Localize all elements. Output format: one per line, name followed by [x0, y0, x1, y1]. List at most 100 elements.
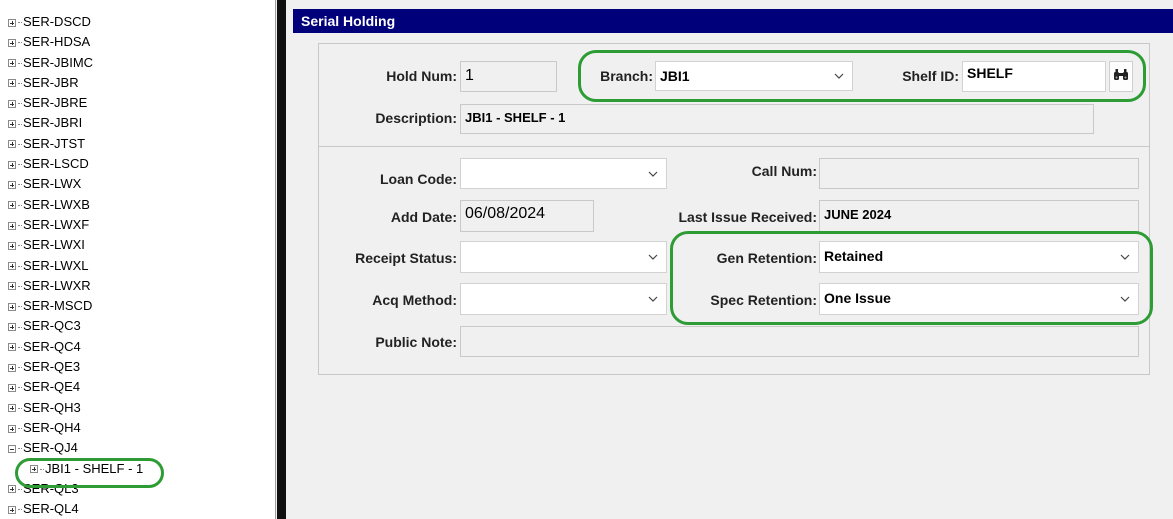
tree-item[interactable]: SER-QH3	[8, 398, 143, 418]
tree-item[interactable]: SER-MSCD	[8, 296, 143, 316]
tree-child-item[interactable]: JBI1 - SHELF - 1	[8, 459, 143, 479]
tree-item[interactable]: SER-JBRI	[8, 113, 143, 133]
tree-connector	[18, 265, 22, 267]
tree-connector	[18, 346, 22, 348]
plus-box-icon[interactable]	[8, 160, 16, 169]
plus-box-icon[interactable]	[8, 343, 16, 352]
tree-item[interactable]: SER-JBRE	[8, 93, 143, 113]
tree-item[interactable]: SER-HDSA	[8, 32, 143, 52]
tree-item-label: SER-LWX	[23, 176, 82, 192]
last-issue-label: Last Issue Received:	[678, 209, 817, 225]
description-label: Description:	[375, 110, 457, 126]
plus-box-icon[interactable]	[8, 38, 16, 47]
tree-item[interactable]: SER-QC4	[8, 337, 143, 357]
tree-item-label: SER-JBIMC	[23, 54, 94, 70]
pane-splitter[interactable]	[277, 0, 286, 519]
tree-item-label: SER-QC4	[23, 338, 81, 354]
tree-connector	[18, 184, 22, 186]
plus-box-icon[interactable]	[8, 302, 16, 311]
tree-item-label: SER-LWXL	[23, 257, 89, 273]
tree-connector	[18, 448, 22, 450]
spec-retention-select[interactable]: One Issue	[819, 283, 1139, 315]
plus-box-icon[interactable]	[8, 404, 16, 413]
add-date-field: 06/08/2024	[460, 200, 594, 232]
tree-item-label: SER-LSCD	[23, 156, 89, 172]
binoculars-icon	[1113, 68, 1129, 86]
tree-item[interactable]: SER-LWXR	[8, 276, 143, 296]
plus-box-icon[interactable]	[30, 465, 38, 474]
gen-retention-select[interactable]: Retained	[819, 241, 1139, 273]
tree-item-label: SER-JBR	[23, 74, 79, 90]
plus-box-icon[interactable]	[8, 282, 16, 291]
tree-item[interactable]: SER-JBIMC	[8, 53, 143, 73]
tree-item[interactable]: SER-QC3	[8, 316, 143, 336]
tree-item[interactable]: SER-LSCD	[8, 154, 143, 174]
tree-connector	[18, 143, 22, 145]
tree-item[interactable]: SER-JTST	[8, 134, 143, 154]
acq-method-select[interactable]	[460, 283, 667, 315]
tree-item[interactable]: SER-LWXB	[8, 195, 143, 215]
minus-box-icon[interactable]	[8, 444, 16, 453]
plus-box-icon[interactable]	[8, 505, 16, 514]
tree-item-label: SER-JBRE	[23, 95, 88, 111]
plus-box-icon[interactable]	[8, 79, 16, 88]
plus-box-icon[interactable]	[8, 221, 16, 230]
plus-box-icon[interactable]	[8, 262, 16, 271]
serial-holding-panel: Serial Holding Hold Num: 1 Branch: JBI1 …	[287, 0, 1173, 519]
plus-box-icon[interactable]	[8, 201, 16, 210]
plus-box-icon[interactable]	[8, 485, 16, 494]
tree-item-label: SER-LWXI	[23, 237, 85, 253]
tree-item[interactable]: SER-QL4	[8, 499, 143, 519]
tree-item-label: SER-JTST	[23, 135, 86, 151]
tree-item[interactable]: SER-LWXL	[8, 256, 143, 276]
plus-box-icon[interactable]	[8, 140, 16, 149]
plus-box-icon[interactable]	[8, 363, 16, 372]
plus-box-icon[interactable]	[8, 241, 16, 250]
tree-connector	[40, 468, 44, 470]
tree-item[interactable]: SER-QE3	[8, 357, 143, 377]
tree-connector	[18, 103, 22, 105]
tree-item-label: SER-HDSA	[23, 34, 91, 50]
plus-box-icon[interactable]	[8, 383, 16, 392]
plus-box-icon[interactable]	[8, 180, 16, 189]
tree-connector	[18, 82, 22, 84]
shelf-search-button[interactable]	[1109, 61, 1133, 92]
acq-method-label: Acq Method:	[372, 292, 457, 308]
tree-connector	[18, 225, 22, 227]
call-num-label: Call Num:	[751, 163, 817, 179]
tree-item[interactable]: SER-QJ4	[8, 438, 143, 458]
description-field: JBI1 - SHELF - 1	[460, 104, 1094, 134]
tree-item[interactable]: SER-LWXF	[8, 215, 143, 235]
hold-num-field: 1	[460, 61, 557, 92]
gen-retention-select-value: Retained	[824, 248, 884, 264]
loan-code-select[interactable]	[460, 158, 667, 189]
tree-item[interactable]: SER-QE4	[8, 377, 143, 397]
tree-item[interactable]: SER-LWX	[8, 174, 143, 194]
plus-box-icon[interactable]	[8, 18, 16, 27]
plus-box-icon[interactable]	[8, 99, 16, 108]
branch-label: Branch:	[600, 68, 653, 84]
tree-item[interactable]: SER-QL3	[8, 479, 143, 499]
plus-box-icon[interactable]	[8, 120, 16, 129]
tree-item[interactable]: SER-JBR	[8, 73, 143, 93]
panel-title: Serial Holding	[293, 9, 1173, 33]
tree-item[interactable]: SER-LWXI	[8, 235, 143, 255]
tree-connector	[18, 204, 22, 206]
tree-connector	[18, 22, 22, 24]
shelf-id-input[interactable]: SHELF	[962, 61, 1106, 92]
branch-select[interactable]: JBI1	[655, 61, 853, 91]
plus-box-icon[interactable]	[8, 323, 16, 332]
tree-item[interactable]: SER-DSCD	[8, 12, 143, 32]
tree-connector	[18, 62, 22, 64]
receipt-status-select[interactable]	[460, 241, 667, 273]
gen-retention-label: Gen Retention:	[716, 250, 817, 266]
tree-item[interactable]: SER-QH4	[8, 418, 143, 438]
receipt-status-label: Receipt Status:	[355, 250, 457, 266]
plus-box-icon[interactable]	[8, 59, 16, 68]
tree-connector	[18, 488, 22, 490]
plus-box-icon[interactable]	[8, 424, 16, 433]
last-issue-field: JUNE 2024	[819, 200, 1139, 232]
holdings-tree[interactable]: SER-DSCD SER-HDSA SER-JBIMC SER-JBR SER-JBRE…	[0, 0, 276, 519]
branch-select-value: JBI1	[660, 68, 690, 84]
hold-num-label: Hold Num:	[386, 68, 457, 84]
